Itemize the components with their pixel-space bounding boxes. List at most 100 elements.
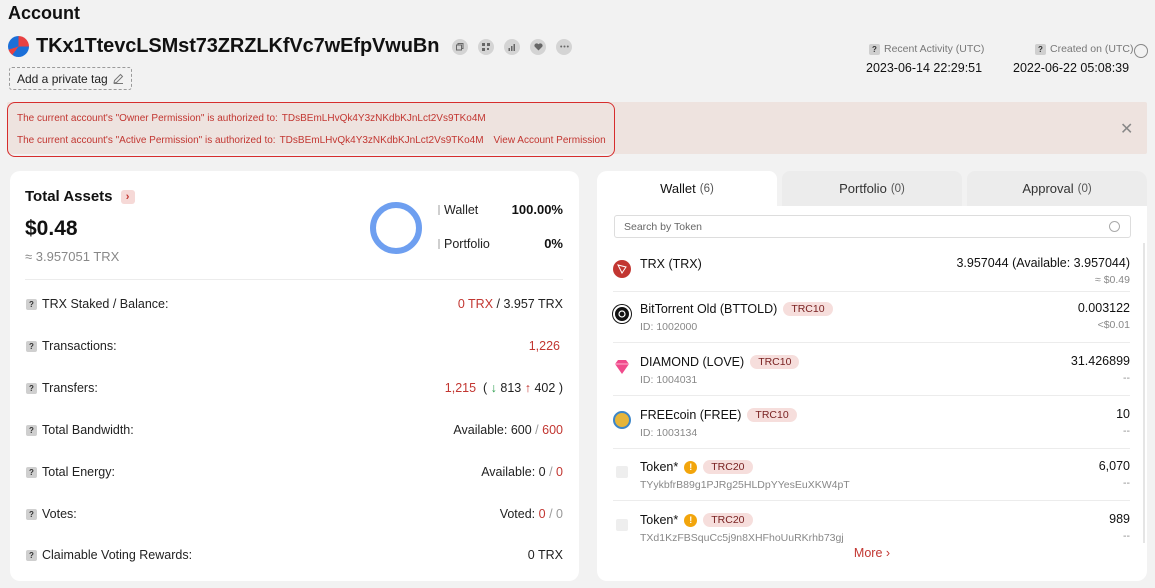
- stat-votes: ? Votes: Voted: 0 / 0: [26, 507, 563, 527]
- qr-code-icon[interactable]: [478, 38, 495, 55]
- owner-permission-text: The current account's "Owner Permission"…: [17, 113, 278, 124]
- help-icon: ?: [26, 466, 37, 478]
- token-amount: 31.426899: [1070, 354, 1130, 368]
- token-name: BitTorrent Old (BTTOLD): [640, 302, 778, 316]
- legend-portfolio: Portfolio: [438, 237, 490, 251]
- token-list-scrollbar[interactable]: [1143, 243, 1145, 543]
- stat-trx-staked: ? TRX Staked / Balance: 0 TRX / 3.957 TRX: [26, 297, 563, 317]
- more-label: More: [853, 546, 883, 560]
- votes-voted-label: Voted:: [499, 507, 536, 521]
- transfers-close-paren: ): [558, 381, 563, 395]
- token-amount: 0.003122: [1077, 301, 1130, 315]
- tab-count: (0): [890, 182, 905, 195]
- balance-value: / 3.957 TRX: [496, 297, 563, 311]
- account-header: TKx1TtevcLSMst73ZRZLKfVc7wEfpVwuBn: [8, 35, 573, 58]
- bittorrent-token-icon: [613, 305, 631, 323]
- help-icon: ?: [26, 340, 37, 352]
- divider: [613, 291, 1130, 292]
- tab-label: Portfolio: [839, 181, 887, 196]
- arrow-up-icon: ↑: [524, 381, 531, 395]
- generic-token-icon: [616, 519, 628, 531]
- created-on-value: 2022-06-22 05:08:39: [1013, 61, 1130, 75]
- token-id: ID: 1003134: [640, 427, 698, 439]
- token-name: Token*: [640, 513, 679, 527]
- close-icon[interactable]: ✕: [1120, 119, 1133, 139]
- bandwidth-total: 600: [542, 423, 563, 437]
- warning-icon[interactable]: !: [684, 513, 698, 527]
- assets-donut-chart: [370, 202, 422, 254]
- energy-total: 0: [556, 465, 563, 479]
- stat-bandwidth: ? Total Bandwidth: Available: 600 / 600: [26, 423, 563, 443]
- active-permission-text: The current account's "Active Permission…: [17, 135, 276, 146]
- help-icon: ?: [26, 508, 37, 520]
- total-assets-label: Total Assets: [25, 188, 113, 205]
- more-link[interactable]: More ›: [597, 546, 1147, 560]
- transfers-out: 402: [534, 381, 556, 395]
- divider: [613, 395, 1130, 396]
- chart-icon[interactable]: [504, 38, 521, 55]
- tab-count: (0): [1077, 182, 1092, 195]
- stat-label: Total Bandwidth:: [42, 423, 134, 437]
- token-type-badge: TRC20: [703, 460, 753, 474]
- chevron-right-icon: ›: [885, 546, 891, 560]
- token-value: --: [1123, 372, 1130, 384]
- view-account-permission-link[interactable]: View Account Permission: [494, 135, 606, 146]
- holdings-card: Wallet (6) Portfolio (0) Approval (0) Searc…: [597, 171, 1147, 581]
- legend-portfolio-label: Portfolio: [444, 237, 490, 251]
- token-contract: TXd1KzFBSquCc5j9n8XHFhoUuRKrhb73gj: [640, 532, 844, 544]
- heart-icon[interactable]: [530, 38, 547, 55]
- chevron-right-icon[interactable]: ›: [120, 189, 135, 204]
- page-title: Account: [8, 3, 80, 23]
- divider: [613, 342, 1130, 343]
- diamond-token-icon: [613, 358, 631, 376]
- holdings-tabs: Wallet (6) Portfolio (0) Approval (0): [597, 171, 1147, 206]
- stat-label: Claimable Voting Rewards:: [42, 548, 193, 562]
- token-amount: 10: [1116, 407, 1130, 421]
- add-private-tag-button[interactable]: Add a private tag: [9, 67, 132, 90]
- token-value: <$0.01: [1097, 319, 1130, 331]
- created-on-label: Created on (UTC): [1050, 43, 1134, 55]
- recent-activity-value: 2023-06-14 22:29:51: [866, 61, 983, 75]
- tab-label: Approval: [1022, 181, 1074, 196]
- total-assets-usd: $0.48: [25, 217, 78, 240]
- token-value: ≈ $0.49: [1095, 274, 1130, 286]
- help-icon: ?: [1035, 43, 1046, 55]
- votes-voted: 0: [538, 507, 546, 521]
- legend-wallet-label: Wallet: [444, 203, 479, 217]
- token-search-input[interactable]: Search by Token: [614, 215, 1131, 238]
- more-icon[interactable]: [556, 38, 573, 55]
- stat-label: Votes:: [42, 507, 77, 521]
- stat-rewards: ? Claimable Voting Rewards: 0 TRX: [26, 548, 563, 568]
- stat-transactions: ? Transactions: 1,226: [26, 339, 563, 359]
- stat-label: Transactions:: [42, 339, 117, 353]
- tab-count: (6): [699, 182, 714, 195]
- tab-wallet[interactable]: Wallet (6): [597, 171, 777, 206]
- warning-icon[interactable]: !: [684, 460, 698, 474]
- token-row[interactable]: TRX (TRX) 3.957044 (Available: 3.957044)…: [613, 256, 1130, 303]
- trx-token-icon: [613, 260, 631, 278]
- transactions-value[interactable]: 1,226: [529, 339, 560, 353]
- search-icon[interactable]: [1109, 221, 1120, 232]
- account-actions: [452, 38, 573, 55]
- tab-portfolio[interactable]: Portfolio (0): [782, 171, 962, 206]
- total-assets-trx: ≈ 3.957051 TRX: [25, 249, 120, 264]
- divider: [613, 448, 1130, 449]
- refresh-icon[interactable]: [1134, 44, 1148, 58]
- token-value: --: [1123, 530, 1130, 542]
- active-permission-address[interactable]: TDsBEmLHvQk4Y3zNKdbKJnLct2Vs9TKo4M: [280, 135, 484, 146]
- stat-label: TRX Staked / Balance:: [42, 297, 169, 311]
- token-type-badge: TRC10: [747, 408, 797, 422]
- tab-approval[interactable]: Approval (0): [967, 171, 1147, 206]
- separator: /: [549, 507, 553, 521]
- transfers-total[interactable]: 1,215: [445, 381, 476, 395]
- owner-permission-address[interactable]: TDsBEmLHvQk4Y3zNKdbKJnLct2Vs9TKo4M: [282, 113, 486, 124]
- permission-notice: The current account's "Owner Permission"…: [7, 102, 1147, 157]
- arrow-down-icon: ↓: [490, 381, 497, 395]
- recent-activity-label: Recent Activity (UTC): [884, 43, 985, 55]
- copy-icon[interactable]: [452, 38, 469, 55]
- votes-total: 0: [556, 507, 563, 521]
- token-name: Token*: [640, 460, 679, 474]
- staked-value[interactable]: 0 TRX: [458, 297, 493, 311]
- search-placeholder: Search by Token: [624, 220, 703, 233]
- rewards-value: 0 TRX: [527, 548, 563, 562]
